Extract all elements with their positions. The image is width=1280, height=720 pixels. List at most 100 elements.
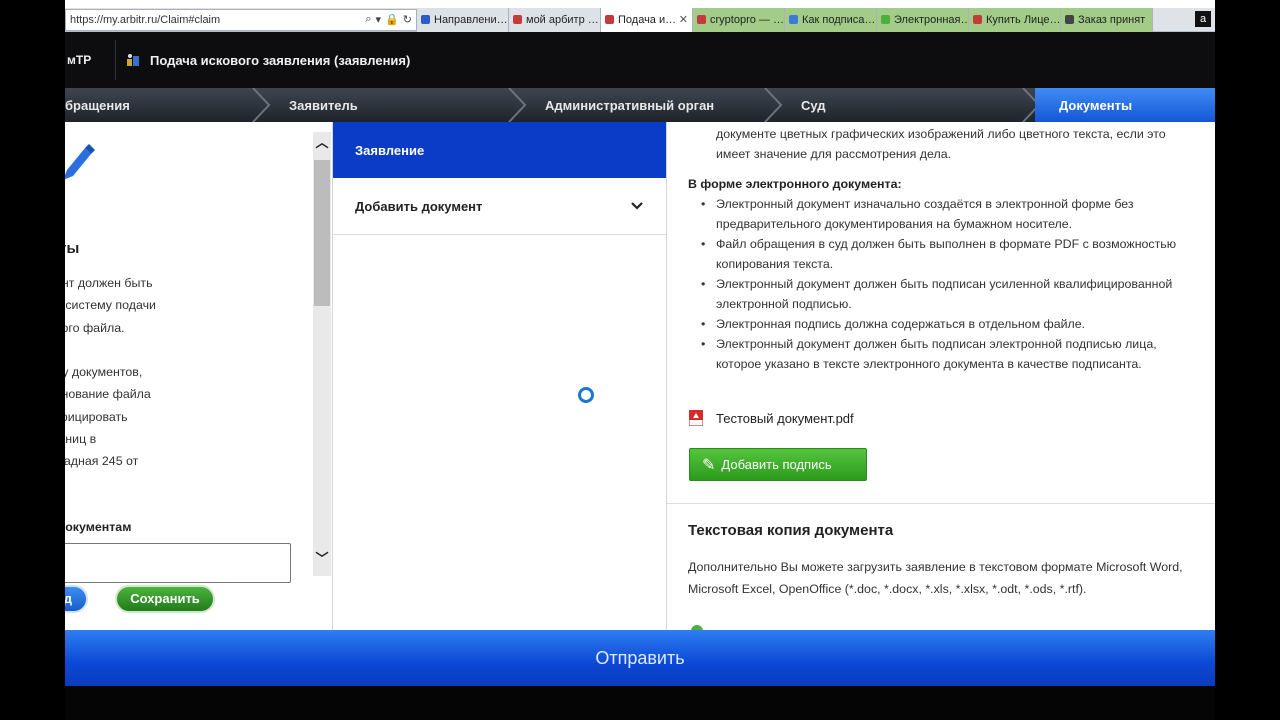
favicon-icon — [973, 15, 982, 24]
submit-button[interactable]: Отправить — [65, 630, 1215, 686]
description-line: емых в суд, а наименование файла — [65, 387, 151, 402]
electronic-heading: В форме электронного документа: — [688, 177, 902, 191]
requirement-item: Электронный документ изначально создаётс… — [689, 194, 1176, 234]
requirement-item: Файл обращения в суд должен быть выполне… — [689, 234, 1176, 274]
requirement-text: Файл обращения в суд должен быть выполне… — [716, 237, 1177, 251]
step-label: бращения — [65, 97, 130, 113]
description-line: ство файлов должно — [65, 339, 332, 361]
address-bar[interactable]: https://my.arbitr.ru/Claim#claim ⌕ ▾ 🔒 ↻ — [65, 8, 417, 31]
address-url[interactable]: https://my.arbitr.ru/Claim#claim — [70, 14, 365, 26]
description-line: о позволять идентифицировать — [65, 409, 128, 424]
favicon-icon — [881, 15, 890, 24]
intro-line-1: документе цветных графических изображени… — [716, 127, 1166, 141]
documents-description: й отдельный документ должен быть ирован и… — [65, 272, 332, 495]
browser-tab[interactable]: Электронная… — [877, 7, 969, 32]
favicon-icon — [697, 15, 706, 24]
add-signature-label: Добавить подпись — [721, 457, 832, 472]
favicon-icon — [789, 15, 798, 24]
pen-icon — [65, 144, 95, 184]
requirement-item: Электронный документ должен быть подписа… — [689, 274, 1176, 314]
chevron-down-icon[interactable] — [630, 198, 644, 215]
tab-label: Направлени… — [434, 13, 508, 26]
add-signature-button[interactable]: ✎ Добавить подпись — [689, 448, 867, 481]
browser-tabs: Направлени… мой арбитр … Подача и… ✕ cryptop… — [417, 7, 1153, 32]
description-line: ирован и загружен в систему подачи — [65, 298, 156, 313]
requirement-text: Электронный документ должен быть подписа… — [716, 337, 1157, 351]
step-label: Документы — [1059, 97, 1133, 113]
favicon-icon — [421, 15, 430, 24]
scrollbar-thumb[interactable] — [314, 160, 330, 306]
scroll-up-icon[interactable]: ︿ — [315, 136, 329, 150]
add-document-item[interactable]: Добавить документ — [333, 178, 666, 235]
browser-tab[interactable]: Как подписа… — [785, 7, 877, 32]
document-item-claim[interactable]: Заявление — [333, 122, 666, 178]
requirement-text: предварительного документирования на бум… — [716, 217, 1073, 231]
tab-label: мой арбитр … — [526, 13, 599, 26]
header-divider — [115, 40, 116, 80]
amazon-icon[interactable]: a — [1195, 11, 1211, 27]
step-label: Административный орган — [545, 97, 715, 113]
dropdown-icon[interactable]: ▾ — [376, 13, 382, 26]
logo: мТР — [67, 53, 92, 67]
screen: https://my.arbitr.ru/Claim#claim ⌕ ▾ 🔒 ↻… — [65, 0, 1215, 720]
text-copy-heading: Текстовая копия документа — [688, 522, 894, 539]
comment-textarea[interactable] — [65, 543, 291, 583]
browser-tab[interactable]: Купить Лице… — [969, 7, 1061, 32]
browser-toolbar: https://my.arbitr.ru/Claim#claim ⌕ ▾ 🔒 ↻… — [65, 7, 1215, 32]
description-line: нте (например: Накладная 245 от — [65, 454, 139, 469]
intro-line-2: имеет значение для рассмотрения дела. — [716, 147, 952, 161]
save-button[interactable]: Сохранить — [115, 585, 215, 613]
favicon-icon — [605, 15, 614, 24]
lock-icon: 🔒 — [385, 14, 399, 26]
requirement-text: которое указано в тексте электронного до… — [716, 357, 1142, 371]
file-name[interactable]: Тестовый документ.pdf — [716, 411, 854, 426]
pencil-icon: ✎ — [702, 456, 716, 474]
tab-label: Как подписа… — [802, 13, 876, 26]
documents-heading: кументы — [65, 240, 80, 257]
requirement-item: Электронная подпись должна содержаться в… — [689, 314, 1176, 334]
pdf-icon — [688, 409, 704, 427]
description-line: нтов в виде отдельного файла. — [65, 320, 125, 335]
browser-tab[interactable]: мой арбитр … — [509, 7, 601, 32]
requirement-item: Электронный документ должен быть подписа… — [689, 334, 1176, 374]
loading-spinner-icon — [578, 387, 594, 403]
requirements-list: Электронный документ изначально создаётс… — [689, 194, 1176, 374]
attached-file[interactable]: Тестовый документ.pdf — [688, 409, 854, 427]
section-divider — [667, 503, 1215, 504]
browser-tab[interactable]: cryptopro — … — [693, 7, 785, 32]
tab-label: Подача и… — [618, 13, 677, 26]
close-tab-icon[interactable]: ✕ — [679, 13, 688, 26]
tab-label: cryptopro — … — [710, 13, 784, 26]
add-document-label: Добавить документ — [355, 198, 483, 214]
description-line: 09 3л.pdf) — [65, 473, 332, 495]
description-line: й отдельный документ должен быть — [65, 276, 153, 290]
step-label: Заявитель — [289, 97, 358, 113]
people-icon — [126, 53, 140, 67]
requirement-text: копирования текста. — [716, 257, 834, 271]
blue-action-button[interactable]: д — [65, 585, 88, 613]
app-header: мТР Подача искового заявления (заявления… — [65, 32, 1215, 88]
text-copy-line-2: Microsoft Excel, OpenOffice (*.doc, *.do… — [688, 582, 1087, 596]
step-tab[interactable]: Суд — [777, 88, 1041, 122]
document-requirements-panel: документе цветных графических изображени… — [667, 122, 1215, 630]
scrollbar[interactable]: ︿ ﹀ — [313, 132, 331, 576]
refresh-icon[interactable]: ↻ — [403, 13, 412, 26]
scroll-down-icon[interactable]: ﹀ — [315, 552, 329, 566]
browser-tab[interactable]: Заказ принят — [1061, 7, 1153, 32]
step-tab[interactable]: Документы — [1035, 88, 1215, 122]
browser-tab[interactable]: Подача и… ✕ — [601, 7, 693, 32]
bottom-strip — [65, 686, 1215, 720]
description-line: тствовать количеству документов, — [65, 365, 143, 380]
step-tab[interactable]: Заявитель — [265, 88, 527, 122]
browser-tab[interactable]: Направлени… — [417, 7, 509, 32]
page-title: Подача искового заявления (заявления) — [150, 52, 411, 68]
tab-label: Электронная… — [894, 13, 969, 26]
search-icon[interactable]: ⌕ — [365, 13, 371, 26]
step-tab[interactable]: бращения — [65, 88, 271, 122]
text-copy-line-1: Дополнительно Вы можете загрузить заявле… — [688, 560, 1183, 574]
documents-info-panel: кументы й отдельный документ должен быть… — [65, 122, 333, 630]
document-list-panel: Заявление Добавить документ — [333, 122, 667, 630]
requirement-text: Электронный документ изначально создаётс… — [716, 197, 1134, 211]
step-tab[interactable]: Административный орган — [521, 88, 783, 122]
favicon-icon — [513, 15, 522, 24]
